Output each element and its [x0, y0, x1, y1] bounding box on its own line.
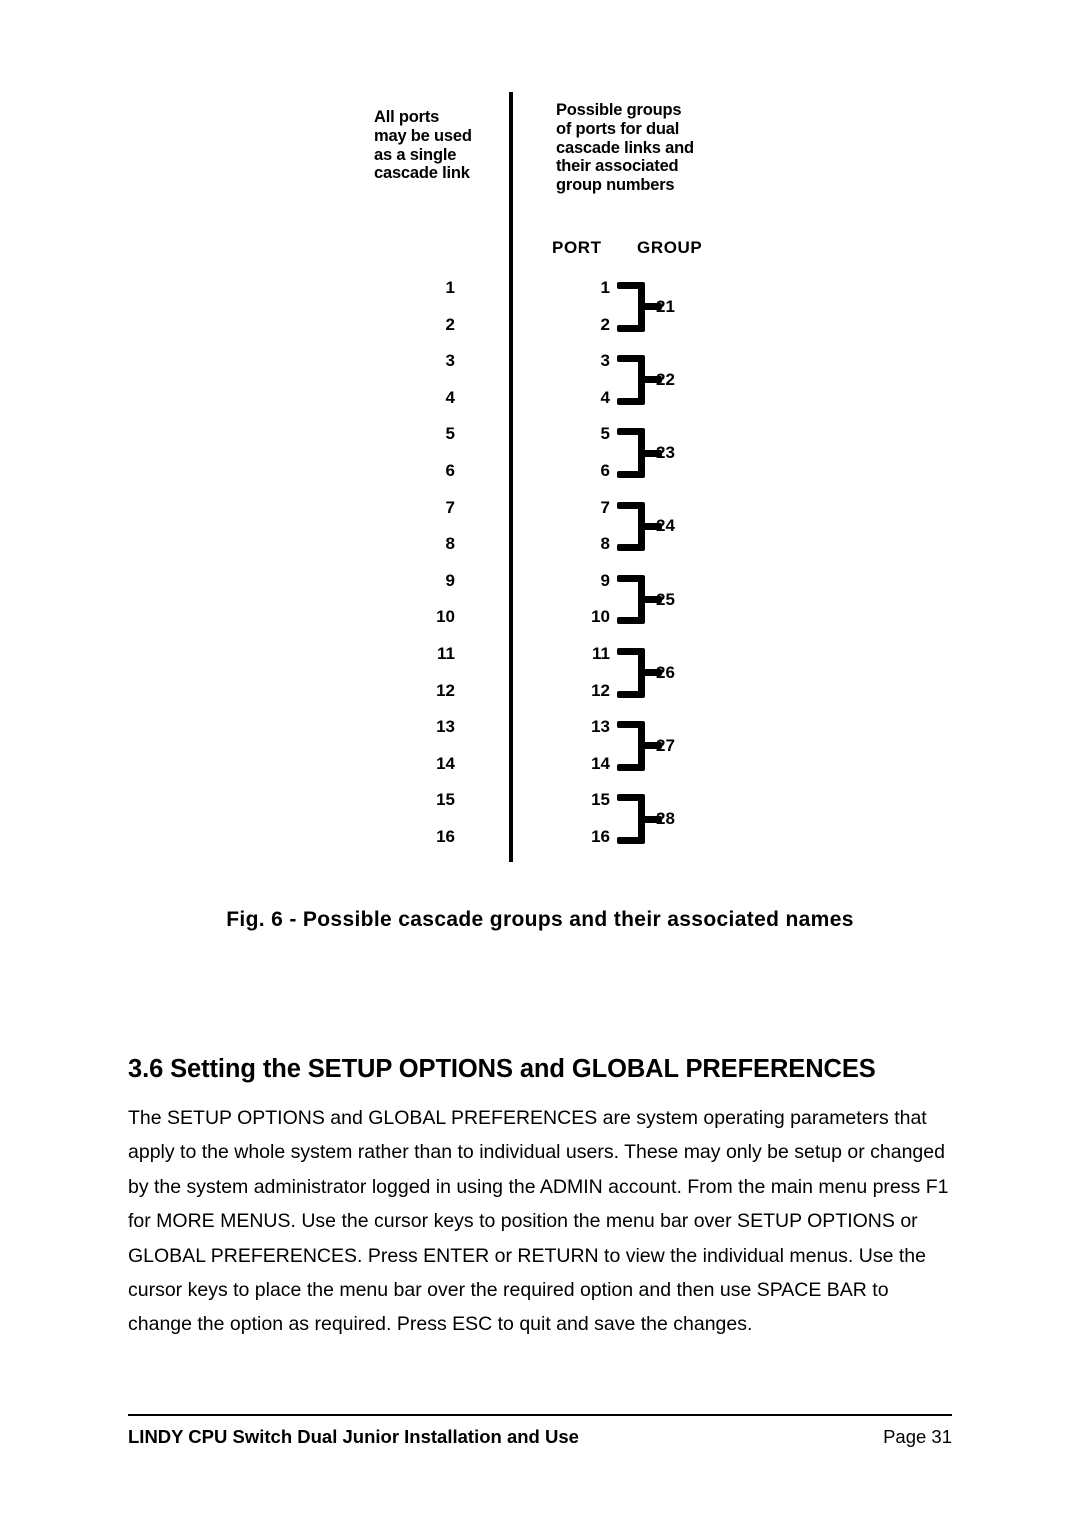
brace-bottom-arm: [617, 324, 641, 332]
cascade-groups-figure: All ports may be used as a single cascad…: [0, 0, 1080, 900]
dual-link-port: 6: [600, 461, 610, 480]
column-header-group: GROUP: [637, 238, 703, 257]
dual-link-port: 7: [600, 497, 610, 517]
brace-bottom-arm: [617, 690, 641, 698]
dual-link-port: 11: [592, 644, 610, 663]
single-link-port: 6: [445, 461, 455, 480]
group-brace: [617, 428, 662, 478]
single-link-port: 5: [445, 424, 455, 444]
footer-document-title: LINDY CPU Switch Dual Junior Installatio…: [128, 1426, 579, 1447]
single-link-port: 11: [437, 644, 455, 663]
group-brace: [617, 355, 662, 405]
single-link-port: 12: [436, 680, 455, 700]
single-link-port: 16: [436, 827, 455, 846]
section-body: The SETUP OPTIONS and GLOBAL PREFERENCES…: [128, 1101, 952, 1342]
brace-bottom-arm: [617, 544, 641, 552]
group-number: 23: [656, 443, 675, 463]
dual-link-port: 5: [600, 424, 610, 444]
dual-link-port: 1: [600, 278, 610, 297]
section-heading: 3.6 Setting the SETUP OPTIONS and GLOBAL…: [128, 1055, 876, 1084]
single-link-port: 4: [445, 387, 455, 407]
dual-link-port: 12: [591, 680, 610, 700]
single-link-port: 14: [436, 753, 455, 773]
single-link-port: 13: [436, 717, 455, 737]
single-link-port: 10: [436, 607, 455, 627]
single-link-port: 9: [445, 570, 455, 590]
figure-vertical-divider: [509, 92, 513, 862]
dual-link-port: 9: [600, 570, 610, 590]
single-link-port: 2: [445, 314, 455, 334]
brace-bottom-arm: [617, 397, 641, 405]
dual-link-port: 10: [591, 607, 610, 627]
footer-divider: [128, 1414, 952, 1416]
dual-link-port: 15: [591, 790, 610, 810]
group-brace: [617, 574, 662, 625]
group-number: 25: [656, 589, 675, 609]
brace-bottom-arm: [617, 617, 641, 625]
page-footer: LINDY CPU Switch Dual Junior Installatio…: [128, 1426, 952, 1448]
brace-bottom-arm: [617, 470, 641, 478]
dual-link-port: 8: [600, 534, 610, 554]
footer-page-number: Page 31: [883, 1426, 952, 1447]
single-link-port: 1: [445, 278, 455, 297]
brace-bottom-arm: [617, 836, 641, 844]
single-link-port: 15: [436, 790, 455, 810]
group-number: 27: [656, 736, 675, 755]
group-brace: [617, 794, 662, 844]
figure-caption: Fig. 6 - Possible cascade groups and the…: [226, 908, 854, 931]
section-paragraph: The SETUP OPTIONS and GLOBAL PREFERENCES…: [128, 1107, 949, 1336]
group-brace: [617, 721, 662, 771]
group-number: 21: [656, 296, 675, 316]
group-brace: [617, 648, 662, 698]
single-cascade-link-note: All ports may be used as a single cascad…: [374, 108, 472, 183]
dual-link-port: 4: [600, 387, 610, 407]
column-header-port: PORT: [552, 238, 602, 257]
group-brace: [617, 282, 662, 332]
single-link-port: 7: [445, 497, 455, 517]
dual-link-port: 14: [591, 753, 610, 773]
group-number: 26: [656, 662, 675, 682]
group-number: 22: [656, 370, 675, 389]
group-number: 24: [656, 516, 675, 536]
dual-link-port: 13: [591, 717, 610, 737]
single-link-port: 8: [445, 534, 455, 554]
single-link-port: 3: [445, 351, 455, 371]
dual-link-port: 2: [600, 314, 610, 334]
group-number: 28: [656, 809, 675, 829]
brace-bottom-arm: [617, 763, 641, 771]
dual-link-port: 16: [591, 827, 610, 846]
dual-cascade-link-note: Possible groups of ports for dual cascad…: [556, 101, 694, 195]
group-brace: [617, 501, 662, 552]
dual-link-port: 3: [600, 351, 610, 371]
